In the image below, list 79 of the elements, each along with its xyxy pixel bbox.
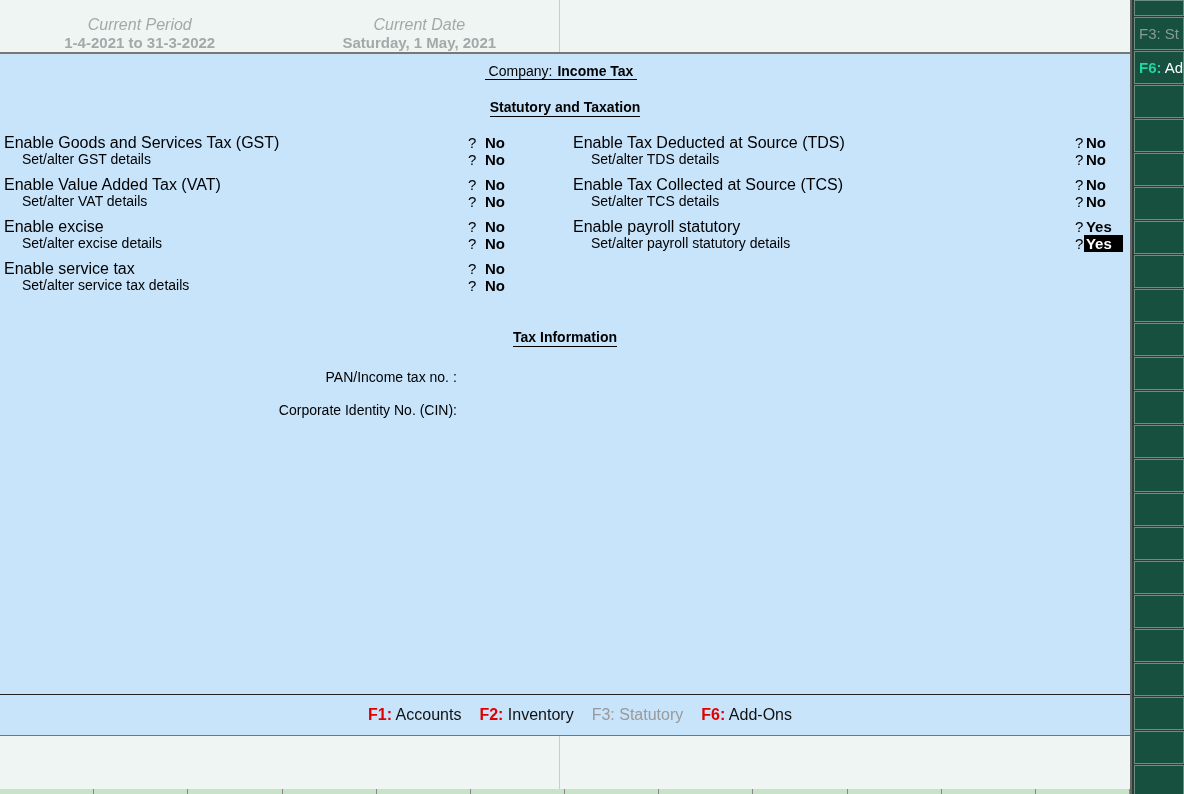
- prompt-mark: ?: [468, 151, 478, 168]
- detail-label: Set/alter excise details: [22, 235, 163, 252]
- value-field[interactable]: No: [483, 134, 507, 151]
- sidebar-button[interactable]: [1134, 425, 1184, 458]
- prompt-mark: ?: [468, 260, 478, 277]
- value-field[interactable]: No: [483, 235, 507, 252]
- section-title: Tax Information: [513, 329, 617, 347]
- detail-label: Set/alter TCS details: [591, 193, 720, 210]
- option-label: Enable payroll statutory: [573, 218, 741, 235]
- period-label: Current Period: [87, 16, 192, 34]
- value-field[interactable]: No: [1083, 134, 1123, 151]
- value-field[interactable]: Yes: [1083, 235, 1123, 252]
- value-field[interactable]: No: [483, 176, 507, 193]
- sidebar-button[interactable]: [1134, 153, 1184, 186]
- prompt-mark: ?: [468, 218, 478, 235]
- sidebar-button[interactable]: [1134, 187, 1184, 220]
- option-label: Enable excise: [4, 218, 104, 235]
- sidebar-button[interactable]: [1134, 255, 1184, 288]
- detail-label: Set/alter TDS details: [591, 151, 720, 168]
- value-field[interactable]: No: [483, 151, 507, 168]
- value-field[interactable]: No: [1083, 193, 1123, 210]
- sidebar-button[interactable]: [1134, 85, 1184, 118]
- sidebar-button[interactable]: [1134, 697, 1184, 730]
- sidebar-button[interactable]: [1134, 459, 1184, 492]
- company-label: Company:: [488, 63, 553, 79]
- value-field[interactable]: No: [1083, 176, 1123, 193]
- detail-label: Set/alter payroll statutory details: [591, 235, 791, 252]
- prompt-mark: ?: [468, 176, 478, 193]
- option-label: Enable Tax Deducted at Source (TDS): [573, 134, 845, 151]
- option-label: Enable service tax: [4, 260, 135, 277]
- prompt-mark: ?: [1075, 134, 1084, 151]
- footer-tab[interactable]: F6: Add-Ons: [701, 706, 792, 724]
- section-title: Statutory and Taxation: [489, 99, 641, 117]
- sidebar-button[interactable]: [1134, 391, 1184, 424]
- prompt-mark: ?: [468, 235, 478, 252]
- sidebar-button[interactable]: [1134, 629, 1184, 662]
- prompt-mark: ?: [1075, 176, 1084, 193]
- option-label: Enable Value Added Tax (VAT): [4, 176, 221, 193]
- detail-label: Set/alter service tax details: [22, 277, 190, 294]
- option-label: Enable Goods and Services Tax (GST): [4, 134, 280, 151]
- prompt-mark: ?: [468, 134, 478, 151]
- value-field[interactable]: No: [483, 260, 507, 277]
- sidebar-button[interactable]: [1134, 663, 1184, 696]
- prompt-mark: ?: [468, 277, 478, 294]
- sidebar-button[interactable]: F6: Ad: [1134, 51, 1184, 84]
- option-label: Enable Tax Collected at Source (TCS): [573, 176, 844, 193]
- value-field[interactable]: Yes: [1083, 218, 1123, 235]
- prompt-mark: ?: [1075, 235, 1084, 252]
- value-field[interactable]: No: [483, 277, 507, 294]
- sidebar-button[interactable]: [1134, 493, 1184, 526]
- sidebar-button[interactable]: [1134, 0, 1184, 16]
- date-label: Current Date: [373, 16, 466, 34]
- period-value: 1-4-2021 to 31-3-2022: [64, 34, 216, 51]
- date-value: Saturday, 1 May, 2021: [342, 34, 497, 51]
- company-name: Income Tax: [557, 63, 634, 79]
- sidebar-button[interactable]: [1134, 119, 1184, 152]
- sidebar-button[interactable]: [1134, 289, 1184, 322]
- value-field[interactable]: No: [1083, 151, 1123, 168]
- prompt-mark: ?: [1075, 218, 1084, 235]
- sidebar-button[interactable]: [1134, 221, 1184, 254]
- sidebar-button[interactable]: [1134, 765, 1184, 794]
- field-label: Corporate Identity No. (CIN):: [278, 402, 457, 418]
- sidebar-button[interactable]: [1134, 323, 1184, 356]
- field-label: PAN/Income tax no.: [325, 369, 449, 385]
- prompt-mark: ?: [468, 193, 478, 210]
- value-field[interactable]: No: [483, 193, 507, 210]
- detail-label: Set/alter GST details: [22, 151, 151, 168]
- prompt-mark: ?: [1075, 151, 1084, 168]
- footer-tab[interactable]: F2: Inventory: [479, 706, 574, 724]
- prompt-mark: ?: [1075, 193, 1084, 210]
- value-field[interactable]: No: [483, 218, 507, 235]
- colon-mark: :: [453, 369, 457, 385]
- sidebar-button[interactable]: [1134, 595, 1184, 628]
- footer-tab[interactable]: F1: Accounts: [368, 706, 462, 724]
- sidebar-button[interactable]: [1134, 731, 1184, 764]
- sidebar-button[interactable]: [1134, 357, 1184, 390]
- detail-label: Set/alter VAT details: [22, 193, 148, 210]
- sidebar-button[interactable]: [1134, 527, 1184, 560]
- sidebar-button[interactable]: [1134, 561, 1184, 594]
